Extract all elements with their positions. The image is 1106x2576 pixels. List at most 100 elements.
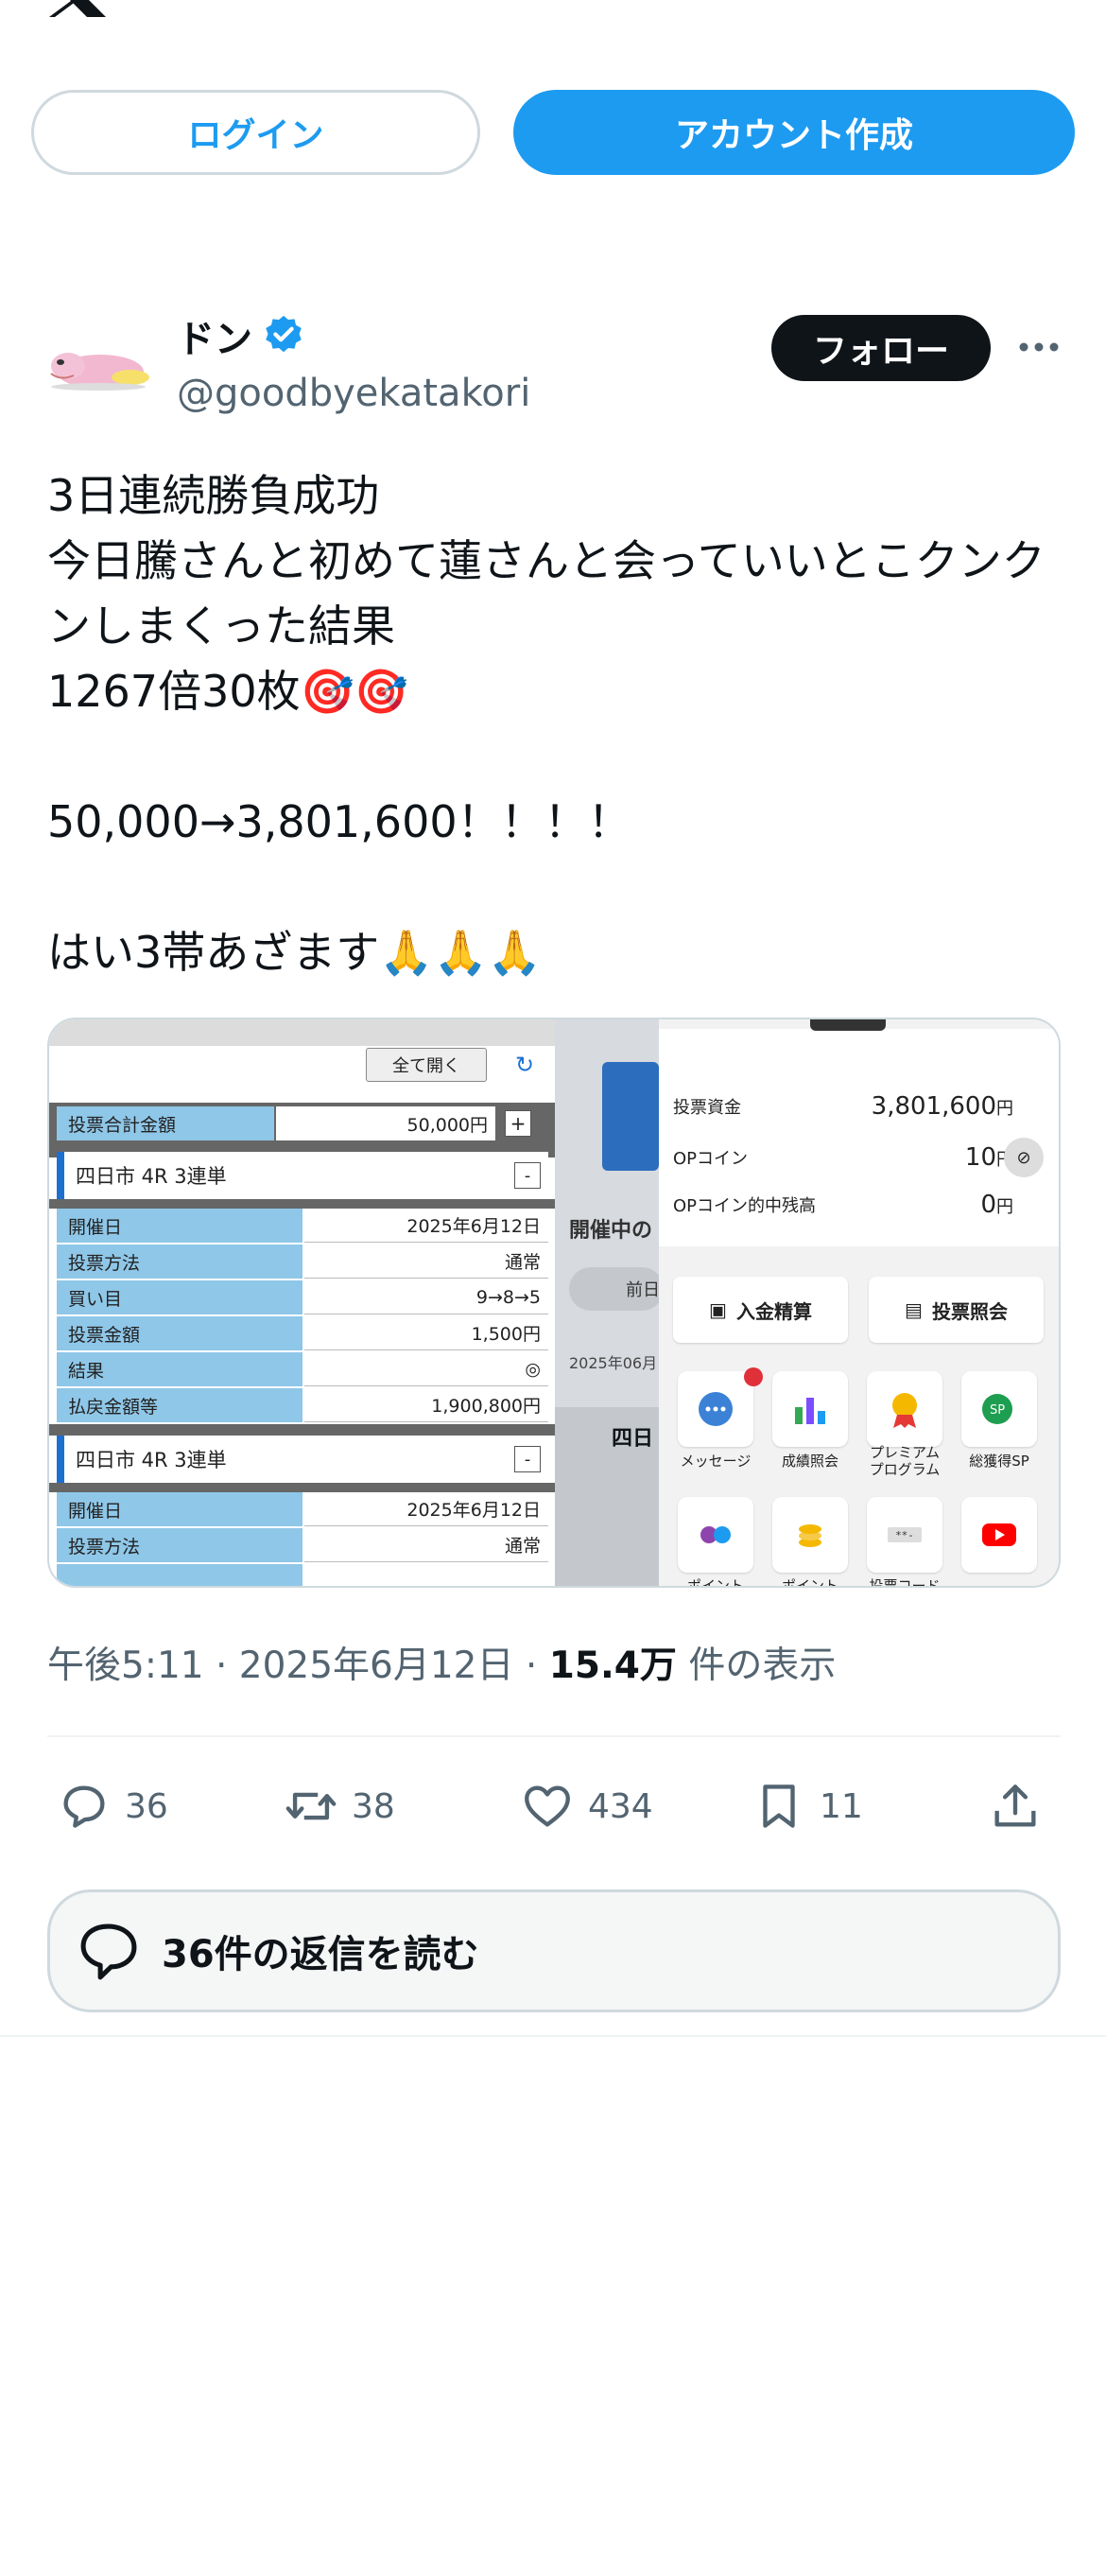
follow-button[interactable]: フォロー <box>771 315 991 381</box>
phone-notch <box>810 1019 886 1031</box>
yen-unit: 円 <box>996 1197 1013 1217</box>
share-button[interactable] <box>988 1768 1056 1844</box>
svg-text:**-: **- <box>895 1529 914 1541</box>
verified-badge-icon <box>266 315 302 353</box>
wallet-icon: ▣ <box>709 1298 727 1321</box>
op-coin-row: OPコイン 10円 <box>673 1139 1051 1176</box>
vote-inquiry-label: 投票照会 <box>931 1299 1008 1323</box>
repost-count: 38 <box>352 1786 395 1826</box>
svg-text:SP: SP <box>990 1403 1005 1418</box>
tweet-time[interactable]: 午後5:11 <box>47 1645 204 1687</box>
more-options-icon[interactable] <box>1015 333 1063 361</box>
read-replies-button[interactable]: 36件の返信を読む <box>47 1889 1061 2012</box>
row-label: 買い目 <box>57 1280 302 1314</box>
balance-row: 投票資金 3,801,600円 <box>673 1088 1051 1125</box>
premium-tile-icon <box>867 1371 942 1447</box>
op-hit-row: OPコイン的中残高 0円 <box>673 1186 1051 1224</box>
reply-count: 36 <box>125 1786 168 1826</box>
tile-caption: プレミアム プログラム <box>869 1444 941 1478</box>
read-replies-label: 36件の返信を読む <box>162 1933 479 1976</box>
banner-image <box>602 1062 659 1171</box>
op-hit-value: 0 <box>980 1191 996 1219</box>
x-logo-icon[interactable] <box>47 0 108 17</box>
op-hit-label: OPコイン的中残高 <box>673 1196 817 1216</box>
date-label: 2025年06月 <box>569 1354 658 1372</box>
table-row <box>57 1564 548 1586</box>
tile-caption: ポイント <box>686 1577 744 1588</box>
notification-dot <box>744 1367 763 1386</box>
open-all-button: 全て開く <box>366 1048 487 1082</box>
sp-tile-icon: SP <box>961 1371 1037 1447</box>
row-value: 通常 <box>304 1244 548 1279</box>
signup-button[interactable]: アカウント作成 <box>513 90 1075 175</box>
row-value: 通常 <box>304 1528 548 1562</box>
separator-dot: · <box>525 1645 549 1687</box>
race-section-label: 四日市 4R 3連単 <box>76 1165 227 1188</box>
tile-caption: 成績照会 <box>781 1453 838 1470</box>
deposit-button: ▣ 入金精算 <box>673 1277 848 1343</box>
table-row: 払戻金額等 1,900,800円 <box>57 1388 548 1424</box>
table-row: 結果 ◎ <box>57 1352 548 1388</box>
divider <box>0 2035 1106 2037</box>
row-label: 投票金額 <box>57 1316 302 1350</box>
row-label: 払戻金額等 <box>57 1388 302 1422</box>
point-coins-tile-icon <box>772 1497 848 1573</box>
balance-label: 投票資金 <box>673 1098 741 1118</box>
divider <box>49 1199 555 1209</box>
media-screenshot-race-list: 開催中の 前日 2025年06月 四日 <box>555 1019 664 1586</box>
total-amount-value: 50,000円 <box>276 1106 495 1140</box>
avatar[interactable] <box>42 326 155 402</box>
auth-buttons: ログイン アカウント作成 <box>31 90 1075 175</box>
like-button[interactable]: 434 <box>520 1768 653 1844</box>
tile-caption: ポイント <box>781 1577 838 1588</box>
row-value: 1,500円 <box>304 1316 548 1350</box>
op-coin-label: OPコイン <box>673 1149 749 1169</box>
tweet-date[interactable]: 2025年6月12日 <box>239 1645 514 1687</box>
race-section-title: 四日市 4R 3連単 - <box>57 1152 548 1199</box>
row-value: 9→8→5 <box>304 1280 548 1314</box>
row-label: 開催日 <box>57 1209 302 1243</box>
login-button[interactable]: ログイン <box>31 90 480 175</box>
collapse-icon: - <box>514 1162 541 1189</box>
hide-eye-icon: ⊘ <box>1004 1138 1044 1177</box>
divider <box>49 1424 555 1436</box>
row-label: 結果 <box>57 1352 302 1386</box>
bookmark-button[interactable]: 11 <box>752 1768 863 1844</box>
tweet-metadata: 午後5:11 · 2025年6月12日 · 15.4万 件の表示 <box>47 1636 836 1689</box>
table-row: 投票金額 1,500円 <box>57 1316 548 1352</box>
repost-button[interactable]: 38 <box>284 1768 395 1844</box>
yen-unit: 円 <box>996 1099 1013 1119</box>
tweet-media[interactable]: 全て開く ↻ 投票合計金額 50,000円 + 四日市 4R 3連単 - 開催日… <box>47 1018 1061 1588</box>
section-title: 開催中の <box>569 1219 653 1243</box>
reply-button[interactable]: 36 <box>57 1768 168 1844</box>
race-section-title: 四日市 4R 3連単 - <box>57 1436 548 1483</box>
day-tab: 前日 <box>569 1267 664 1311</box>
message-tile-icon <box>678 1371 753 1447</box>
divider <box>49 1483 555 1492</box>
venue-label: 四日 <box>612 1427 654 1451</box>
tile-caption: 総獲得SP <box>969 1453 1029 1470</box>
bookmark-count: 11 <box>820 1786 863 1826</box>
balance-value: 3,801,600 <box>871 1092 996 1121</box>
document-search-icon: ▤ <box>905 1298 923 1321</box>
display-name[interactable]: ドン <box>177 308 252 363</box>
op-coin-value: 10 <box>964 1143 996 1172</box>
view-count: 15.4万 <box>548 1645 677 1687</box>
tile-caption: メッセージ <box>680 1453 752 1470</box>
refresh-icon: ↻ <box>514 1052 535 1078</box>
table-row: 買い目 9→8→5 <box>57 1280 548 1316</box>
row-label: 開催日 <box>57 1492 302 1526</box>
tile-caption: 投票コード <box>869 1577 941 1588</box>
table-row: 投票方法 通常 <box>57 1528 548 1564</box>
table-row: 投票方法 通常 <box>57 1244 548 1280</box>
like-count: 434 <box>588 1786 653 1826</box>
author-name-row[interactable]: ドン <box>177 307 305 364</box>
row-label: 投票方法 <box>57 1528 302 1562</box>
total-amount-row: 投票合計金額 50,000円 + <box>49 1103 555 1144</box>
row-label: 投票方法 <box>57 1244 302 1279</box>
row-value: 2025年6月12日 <box>304 1209 548 1243</box>
tweet-text: 3日連続勝負成功 今日騰さんと初めて蓮さんと会っていいとこクンクンしまくった結果… <box>47 470 1046 978</box>
author-handle[interactable]: @goodbyekatakori <box>177 372 530 415</box>
media-screenshot-betting-history: 全て開く ↻ 投票合計金額 50,000円 + 四日市 4R 3連単 - 開催日… <box>49 1019 555 1586</box>
youtube-tile-icon <box>961 1497 1037 1573</box>
